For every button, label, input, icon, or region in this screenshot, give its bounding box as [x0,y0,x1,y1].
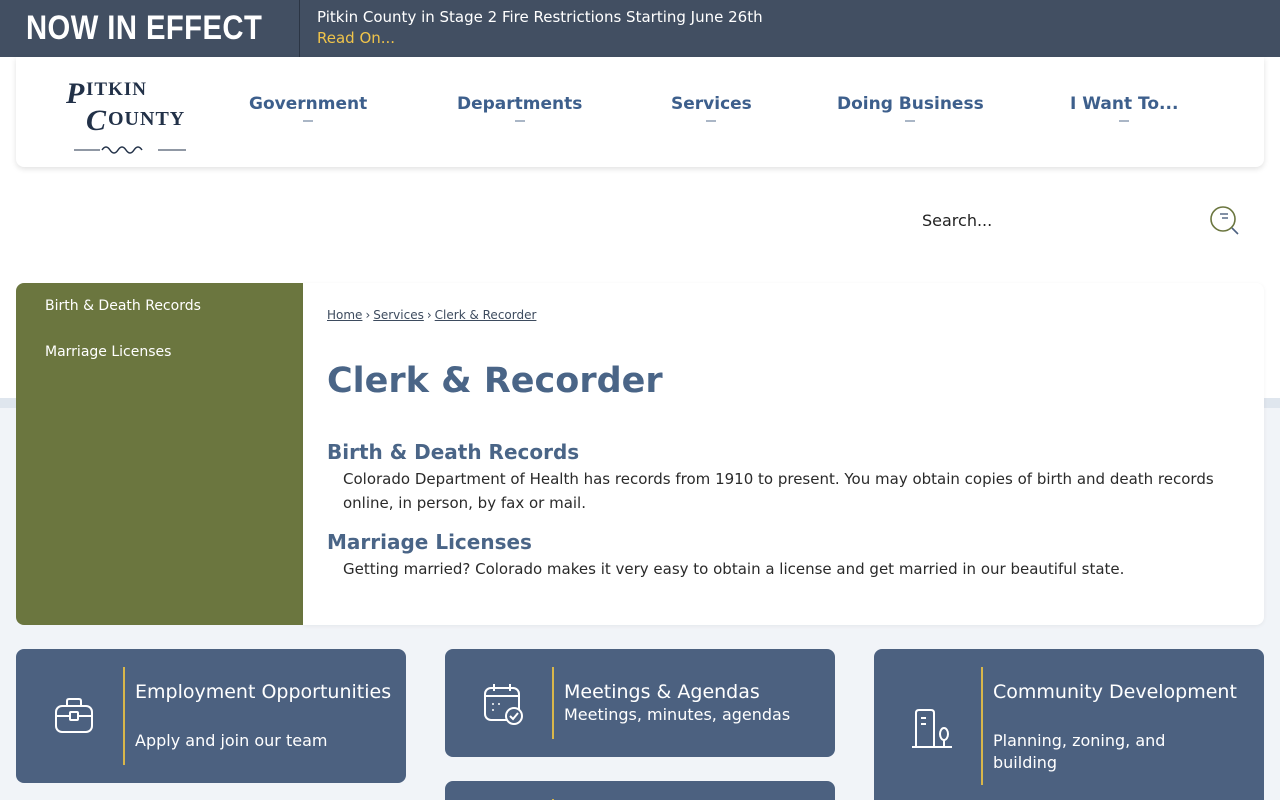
breadcrumb-separator: › [426,308,432,322]
alert-bar: NOW IN EFFECT Pitkin County in Stage 2 F… [0,0,1280,57]
tile-title: Meetings & Agendas [564,681,760,703]
alert-message: Pitkin County in Stage 2 Fire Restrictio… [317,8,763,49]
tile-subtitle: Meetings, minutes, agendas [564,705,791,724]
svg-text:OUNTY: OUNTY [108,108,185,130]
breadcrumb-clerk-recorder[interactable]: Clerk & Recorder [435,308,537,322]
svg-text:C: C [86,104,107,137]
nav-departments[interactable]: Departments [457,94,582,122]
section-sidebar: Birth & Death Records Marriage Licenses [16,283,303,625]
tile-community-development[interactable]: Community Development Planning, zoning, … [874,649,1264,800]
tile-partial[interactable] [445,781,835,800]
search-input[interactable] [904,206,1184,234]
search-bar [904,196,1244,244]
nav-services[interactable]: Services [671,94,752,122]
breadcrumb-services[interactable]: Services [373,308,424,322]
page-title: Clerk & Recorder [327,361,663,401]
tile-title: Community Development [993,681,1237,703]
tile-meetings-agendas[interactable]: Meetings & Agendas Meetings, minutes, ag… [445,649,835,757]
search-icon[interactable] [1208,204,1242,236]
tile-employment-opportunities[interactable]: Employment Opportunities Apply and join … [16,649,406,783]
tile-divider [123,667,125,765]
site-header: P ITKIN C OUNTY Government Departments S… [16,57,1264,167]
svg-text:ITKIN: ITKIN [86,79,147,100]
nav-i-want-to[interactable]: I Want To... [1070,94,1178,122]
tile-subtitle: Planning, zoning, and building [993,731,1166,772]
nav-government[interactable]: Government [249,94,367,122]
breadcrumb-home[interactable]: Home [327,308,362,322]
section-title-marriage-licenses[interactable]: Marriage Licenses [327,530,532,554]
main-content: Home › Services › Clerk & Recorder Clerk & R… [303,283,1264,625]
building-icon [912,709,952,748]
tile-subtitle: Apply and join our team [135,731,328,750]
alert-read-on-link[interactable]: Read On... [317,27,763,49]
breadcrumb: Home › Services › Clerk & Recorder [327,308,536,322]
breadcrumb-separator: › [365,308,371,322]
alert-label: NOW IN EFFECT [0,0,300,57]
alert-title: Pitkin County in Stage 2 Fire Restrictio… [317,8,763,26]
svg-text:P: P [65,77,85,110]
section-title-birth-death-records[interactable]: Birth & Death Records [327,440,579,464]
section-description-marriage-licenses: Getting married? Colorado makes it very … [343,560,1125,578]
nav-doing-business[interactable]: Doing Business [837,94,984,122]
sidebar-item-birth-death-records[interactable]: Birth & Death Records [16,295,303,341]
tile-divider [552,667,554,739]
calendar-check-icon [484,684,523,725]
section-description-birth-death-records: Colorado Department of Health has record… [343,470,1214,512]
briefcase-icon [55,698,93,733]
alert-label-text: NOW IN EFFECT [26,9,263,47]
tile-title: Employment Opportunities [135,681,392,703]
pitkin-county-logo[interactable]: P ITKIN C OUNTY [62,67,196,159]
tile-divider [981,667,983,785]
sidebar-item-marriage-licenses[interactable]: Marriage Licenses [16,341,303,387]
